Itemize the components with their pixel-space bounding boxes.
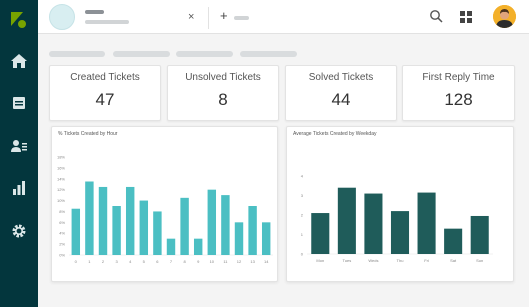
x-tick-label: 0	[75, 259, 78, 264]
bar-Tues[interactable]	[337, 187, 356, 254]
bar-Sun[interactable]	[470, 215, 489, 254]
kpi-card-solved-tickets: Solved Tickets 44	[285, 65, 397, 121]
kpi-label: First Reply Time	[422, 72, 495, 83]
bar-12[interactable]	[234, 222, 244, 255]
bar-14[interactable]	[261, 222, 271, 255]
x-tick-label: 4	[129, 259, 132, 264]
bar-Weds[interactable]	[364, 193, 383, 254]
y-tick-label: 0%	[59, 253, 65, 258]
tab-title-placeholder	[85, 10, 104, 14]
x-tick-label: 5	[143, 259, 146, 264]
y-tick-label: 2	[301, 213, 304, 218]
y-tick-label: 18%	[57, 155, 65, 160]
kpi-value: 128	[444, 90, 473, 109]
views-icon[interactable]	[7, 91, 31, 115]
bar-8[interactable]	[180, 197, 189, 255]
x-tick-label: 8	[183, 259, 186, 264]
tab-subtitle-placeholder	[85, 20, 129, 24]
x-tick-label: 3	[115, 259, 118, 264]
y-tick-label: 2%	[59, 242, 65, 247]
x-tick-label: Sat	[450, 258, 457, 263]
x-tick-label: 7	[170, 259, 173, 264]
bar-6[interactable]	[153, 211, 162, 255]
bar-Thu[interactable]	[390, 211, 410, 254]
search-icon[interactable]	[429, 9, 443, 23]
x-tick-label: 1	[88, 259, 91, 264]
kpi-card-created-tickets: Created Tickets 47	[49, 65, 161, 121]
x-tick-label: 2	[102, 259, 105, 264]
kpi-label: Created Tickets	[70, 72, 140, 83]
tab-divider	[208, 7, 209, 29]
chart-panel-tickets-by-hour: % Tickets Created by Hour 0% 2% 4% 6% 8% 10% 1…	[51, 126, 278, 282]
x-tick-label: Weds	[368, 258, 378, 263]
bar-3[interactable]	[112, 206, 121, 255]
bar-0[interactable]	[71, 208, 81, 255]
bar-4[interactable]	[125, 186, 135, 255]
x-tick-label: 10	[210, 259, 215, 264]
bar-9[interactable]	[193, 238, 203, 255]
sidebar	[0, 0, 38, 307]
y-tick-label: 4	[301, 174, 304, 179]
x-tick-label: Tues	[342, 258, 351, 263]
kpi-card-first-reply-time: First Reply Time 128	[402, 65, 515, 121]
add-tab-button[interactable]: +	[220, 9, 230, 22]
y-tick-label: 16%	[57, 165, 65, 170]
y-tick-label: 10%	[57, 198, 65, 203]
kpi-value: 44	[331, 90, 351, 109]
close-icon[interactable]: ×	[188, 10, 194, 24]
ticket-tab[interactable]: × +	[46, 2, 249, 32]
y-tick-label: 0	[301, 252, 304, 257]
x-tick-label: Sun	[476, 258, 483, 263]
bar-1[interactable]	[85, 181, 94, 256]
kpi-label: Solved Tickets	[308, 72, 374, 83]
top-bar: × +	[38, 0, 529, 34]
y-tick-label: 6%	[59, 220, 65, 225]
bar-11[interactable]	[221, 195, 230, 255]
x-tick-label: 9	[197, 259, 200, 264]
add-tab-placeholder	[234, 16, 249, 20]
kpi-value: 47	[95, 90, 115, 109]
kpi-card-unsolved-tickets: Unsolved Tickets 8	[167, 65, 279, 121]
bar-7[interactable]	[166, 238, 176, 255]
reporting-icon[interactable]	[7, 176, 31, 200]
x-tick-label: 11	[223, 259, 228, 264]
y-tick-label: 1	[301, 232, 304, 237]
tab-avatar	[49, 4, 75, 30]
chart-tickets-by-hour: 0%2%4%6%8%10%12%14%16%18%0 1 2 3 4 5 6 7 8 9 10 11 1…	[57, 155, 273, 264]
y-tick-label: 3	[301, 193, 304, 198]
kpi-label: Unsolved Tickets	[185, 72, 261, 83]
y-tick-label: 8%	[59, 209, 65, 214]
bar-13[interactable]	[248, 206, 257, 255]
y-tick-label: 14%	[57, 176, 65, 181]
x-tick-label: Fri	[424, 258, 429, 263]
bar-Mon[interactable]	[311, 213, 330, 254]
bar-Sat[interactable]	[444, 228, 463, 254]
chart-panel-tickets-by-weekday: Average Tickets Created by Weekday 01234…	[286, 126, 514, 282]
kpi-value: 8	[218, 90, 228, 109]
filter-placeholder[interactable]	[49, 51, 105, 57]
admin-gear-icon[interactable]	[7, 219, 31, 243]
x-tick-label: Thu	[397, 258, 404, 263]
apps-grid-icon[interactable]	[460, 10, 472, 23]
bar-2[interactable]	[98, 186, 108, 255]
filter-placeholder[interactable]	[113, 51, 170, 57]
y-tick-label: 4%	[59, 231, 65, 236]
x-tick-label: 14	[264, 259, 269, 264]
x-tick-label: 6	[156, 259, 159, 264]
bar-5[interactable]	[139, 200, 149, 255]
x-tick-label: 12	[237, 259, 242, 264]
bar-10[interactable]	[207, 189, 217, 255]
y-tick-label: 12%	[57, 187, 65, 192]
zendesk-logo[interactable]	[9, 10, 29, 30]
customers-icon[interactable]	[7, 134, 31, 158]
chart-tickets-by-weekday: 0 1 2 3 4 Mon Tues Weds Thu Fri Sat Sun	[301, 174, 493, 263]
user-avatar[interactable]	[493, 5, 516, 28]
bar-Fri[interactable]	[417, 192, 436, 254]
x-tick-label: Mon	[316, 258, 324, 263]
x-tick-label: 13	[250, 259, 255, 264]
filter-placeholder[interactable]	[176, 51, 233, 57]
home-icon[interactable]	[7, 49, 31, 73]
filter-placeholder[interactable]	[240, 51, 297, 57]
